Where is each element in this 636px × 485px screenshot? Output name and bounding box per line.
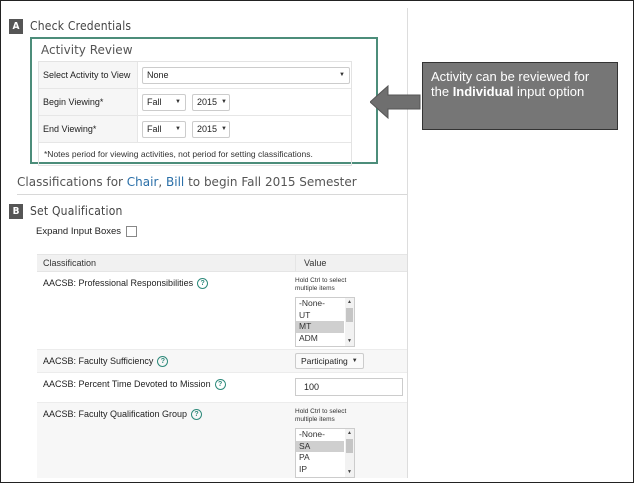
begin-term-value: Fall [147,97,162,107]
select-activity-label: Select Activity to View [39,62,138,88]
pointer-arrow-icon [370,84,421,120]
activity-select-value: None [147,70,169,80]
help-icon[interactable]: ? [191,409,203,420]
chevron-down-icon: ▼ [175,126,181,132]
chevron-down-icon: ▼ [221,99,227,105]
faculty-sufficiency-value: Participating [301,356,348,366]
begin-term-select[interactable]: Fall ▼ [142,93,186,111]
begin-year-value: 2015 [197,97,218,107]
begin-viewing-label: Begin Viewing* [39,89,138,115]
listbox-option-selected[interactable]: MT [296,321,344,333]
end-viewing-row: End Viewing* Fall ▼ 2015 ▼ [39,116,351,143]
scroll-up-icon[interactable]: ▲ [345,429,354,438]
credentials-header: A Check Credentials [9,18,131,34]
classifications-heading: Classifications for Chair, Bill to begin… [17,175,357,189]
listbox-scrollbar[interactable]: ▲ ▼ [345,429,354,477]
help-icon[interactable]: ? [214,379,226,390]
activity-review-table: Select Activity to View None ▼ Begin Vie… [38,61,352,166]
begin-year-select[interactable]: 2015 ▼ [192,93,230,111]
classifications-separator: , [158,175,167,189]
table-row: AACSB: Faculty Sufficiency ? Participati… [37,350,407,373]
scroll-thumb[interactable] [346,308,353,322]
row-label: AACSB: Faculty Sufficiency [43,356,154,366]
scroll-thumb[interactable] [346,439,353,453]
callout-text-after: input option [513,84,585,99]
end-viewing-label: End Viewing* [39,116,138,142]
classifications-suffix: to begin Fall 2015 Semester [184,175,357,189]
listbox-option[interactable]: IP [296,464,344,476]
listbox-option-selected[interactable]: SA [296,440,344,452]
callout-box: Activity can be reviewed for the Individ… [422,62,618,130]
row-label: AACSB: Faculty Qualification Group [43,409,188,419]
table-header: Classification Value [37,254,407,272]
faculty-sufficiency-dropdown[interactable]: Participating ▼ [295,353,364,369]
col-value: Value [304,258,327,268]
chevron-down-icon: ▼ [339,72,345,78]
qualification-table: Classification Value AACSB: Professional… [37,254,407,478]
activity-select[interactable]: None ▼ [142,66,350,84]
qualification-header: B Set Qualification [9,203,123,219]
app-screenshot: A Check Credentials Activity Review Sele… [9,8,408,478]
person-last-link[interactable]: Chair [127,175,159,189]
chevron-down-icon: ▼ [221,126,227,132]
table-row: AACSB: Faculty Qualification Group ? Hol… [37,403,407,478]
col-classification: Classification [37,255,296,271]
divider [17,194,407,195]
chevron-down-icon: ▼ [351,358,358,364]
activity-review-title: Activity Review [41,43,133,57]
section-badge-a: A [9,18,23,34]
activity-note: *Notes period for viewing activities, no… [44,149,313,159]
person-first-link[interactable]: Bill [166,175,184,189]
table-row: AACSB: Professional Responsibilities ? H… [37,272,407,350]
section-badge-b: B [9,203,23,219]
listbox-option[interactable]: ADM [296,333,344,345]
expand-input-boxes-label: Expand Input Boxes [36,226,122,237]
begin-viewing-row: Begin Viewing* Fall ▼ 2015 ▼ [39,89,351,116]
expand-input-boxes: Expand Input Boxes [36,226,138,237]
scroll-down-icon[interactable]: ▼ [345,468,354,477]
multi-select-hint: Hold Ctrl to select multiple items [295,277,347,292]
table-row: AACSB: Percent Time Devoted to Mission ?… [37,373,407,403]
help-icon[interactable]: ? [157,356,169,367]
qualification-title: Set Qualification [30,204,123,218]
listbox-scrollbar[interactable]: ▲ ▼ [345,298,354,346]
end-term-select[interactable]: Fall ▼ [142,120,186,138]
listbox-option[interactable]: PA [296,452,344,464]
professional-responsibilities-listbox[interactable]: -None- UT MT ADM ▲ ▼ [295,297,355,347]
activity-review-highlight: Activity Review Select Activity to View … [30,37,378,166]
chevron-down-icon: ▼ [175,99,181,105]
select-activity-row: Select Activity to View None ▼ [39,62,351,89]
row-label: AACSB: Percent Time Devoted to Mission [43,379,211,389]
end-year-value: 2015 [197,124,218,134]
classifications-prefix: Classifications for [17,175,127,189]
scroll-up-icon[interactable]: ▲ [345,298,354,307]
listbox-option[interactable]: UT [296,310,344,322]
help-icon[interactable]: ? [197,278,209,289]
end-year-select[interactable]: 2015 ▼ [192,120,230,138]
scroll-down-icon[interactable]: ▼ [345,337,354,346]
end-term-value: Fall [147,124,162,134]
callout-text-bold: Individual [452,84,514,99]
multi-select-hint: Hold Ctrl to select multiple items [295,408,347,423]
listbox-option[interactable]: -None- [296,429,344,441]
percent-time-input[interactable]: 100 [295,378,403,396]
row-label: AACSB: Professional Responsibilities [43,278,194,288]
expand-input-boxes-checkbox[interactable] [126,226,138,237]
listbox-option[interactable]: -None- [296,298,344,310]
qualification-group-listbox[interactable]: -None- SA PA IP ▲ ▼ [295,428,355,478]
credentials-title: Check Credentials [30,19,132,33]
